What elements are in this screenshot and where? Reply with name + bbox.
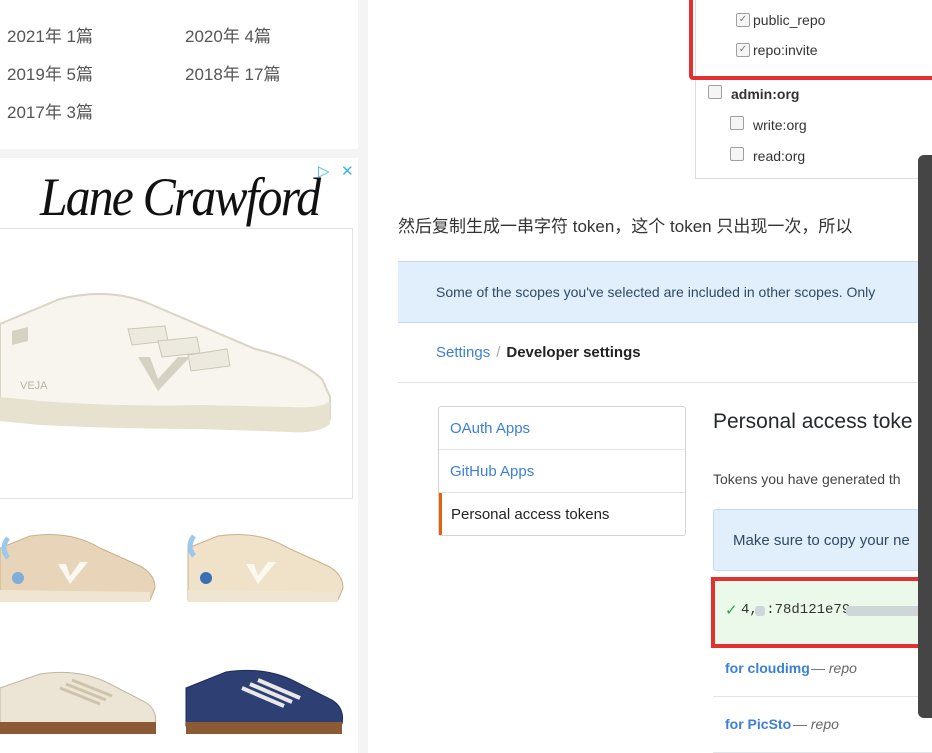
archive-widget: 2021年 1篇 2020年 4篇 2019年 5篇 2018年 17篇 201… — [0, 0, 358, 149]
menu-item-label: GitHub Apps — [450, 463, 535, 480]
token-name-link[interactable]: for cloudimg — [725, 660, 810, 676]
flash-message-text: Some of the scopes you've selected are i… — [436, 284, 876, 300]
scope-label-write-org: write:org — [753, 117, 807, 133]
menu-item-label: Personal access tokens — [451, 506, 610, 523]
archive-link-2021[interactable]: 2021年 1篇 — [7, 22, 93, 47]
archive-link-2019[interactable]: 2019年 5篇 — [7, 60, 93, 85]
checkbox-icon[interactable] — [708, 85, 722, 99]
flash-message: Some of the scopes you've selected are i… — [398, 261, 932, 323]
menu-item-oauth-apps[interactable]: OAuth Apps — [439, 407, 685, 450]
token-scope: — repo — [793, 716, 839, 732]
breadcrumb: Settings / Developer settings — [436, 344, 641, 361]
page-title: Personal access toke — [713, 410, 913, 433]
ad-product-thumb-2[interactable] — [180, 508, 350, 618]
checkbox-icon[interactable] — [730, 116, 744, 130]
highlight-box — [689, 0, 932, 80]
divider — [398, 382, 932, 383]
token-dash: — — [811, 660, 829, 676]
article-content: ✓ public_repo ✓ repo:invite admin:org wr… — [368, 0, 932, 753]
archive-link-2020[interactable]: 2020年 4篇 — [185, 22, 271, 47]
ad-main-product-image[interactable]: VEJA — [0, 228, 353, 499]
menu-item-label: OAuth Apps — [450, 420, 531, 437]
ad-product-thumb-4[interactable] — [180, 648, 350, 748]
adchoices-icon[interactable]: ▷ — [318, 162, 330, 180]
token-scope-label: repo — [810, 716, 839, 732]
kids-sneaker-image — [0, 534, 156, 602]
token-name-link[interactable]: for PicSto — [725, 716, 791, 732]
sneaker-image: VEJA — [0, 293, 331, 433]
token-scope-label: repo — [828, 660, 857, 676]
menu-item-personal-access-tokens[interactable]: Personal access tokens — [439, 493, 688, 535]
svg-text:VEJA: VEJA — [20, 380, 48, 392]
advertisement[interactable]: Lane Crawford ▷ ✕ VEJA — [0, 158, 358, 753]
scope-label-read-org: read:org — [753, 148, 806, 164]
close-icon[interactable]: ✕ — [341, 162, 354, 180]
developer-settings-menu: OAuth Apps GitHub Apps Personal access t… — [438, 406, 686, 536]
redacted-mask — [755, 606, 765, 616]
check-icon: ✓ — [725, 602, 738, 619]
archive-link-2018[interactable]: 2018年 17篇 — [185, 60, 280, 85]
checkbox-icon[interactable] — [730, 147, 744, 161]
new-token-row: ✓ 4, :78d121e79 — [711, 577, 932, 648]
ad-product-thumb-3[interactable] — [0, 648, 160, 748]
sneaker-image — [0, 671, 156, 734]
breadcrumb-settings-link[interactable]: Settings — [436, 344, 490, 361]
scope-label-admin-org: admin:org — [731, 86, 800, 102]
breadcrumb-current: Developer settings — [506, 344, 641, 361]
token-scope: — repo — [811, 660, 857, 676]
page-subtitle: Tokens you have generated th — [713, 471, 901, 487]
token-dash: — — [793, 716, 811, 732]
archive-link-2017[interactable]: 2017年 3篇 — [7, 98, 93, 123]
token-list-item[interactable]: for cloudimg — repo — [713, 640, 932, 697]
sneaker-image — [185, 669, 343, 734]
article-paragraph: 然后复制生成一串字符 token，这个 token 只出现一次，所以 — [398, 217, 853, 236]
floating-side-panel[interactable] — [918, 155, 932, 718]
token-list-item[interactable]: for PicSto — repo — [713, 696, 932, 753]
ad-brand-logo[interactable]: Lane Crawford — [40, 166, 321, 228]
kids-sneaker-image — [187, 534, 344, 602]
breadcrumb-separator: / — [496, 344, 501, 361]
copy-token-notice-text: Make sure to copy your ne — [733, 532, 910, 549]
ad-product-thumb-1[interactable] — [0, 508, 160, 618]
copy-token-notice: Make sure to copy your ne — [713, 509, 932, 571]
menu-item-github-apps[interactable]: GitHub Apps — [439, 450, 685, 493]
